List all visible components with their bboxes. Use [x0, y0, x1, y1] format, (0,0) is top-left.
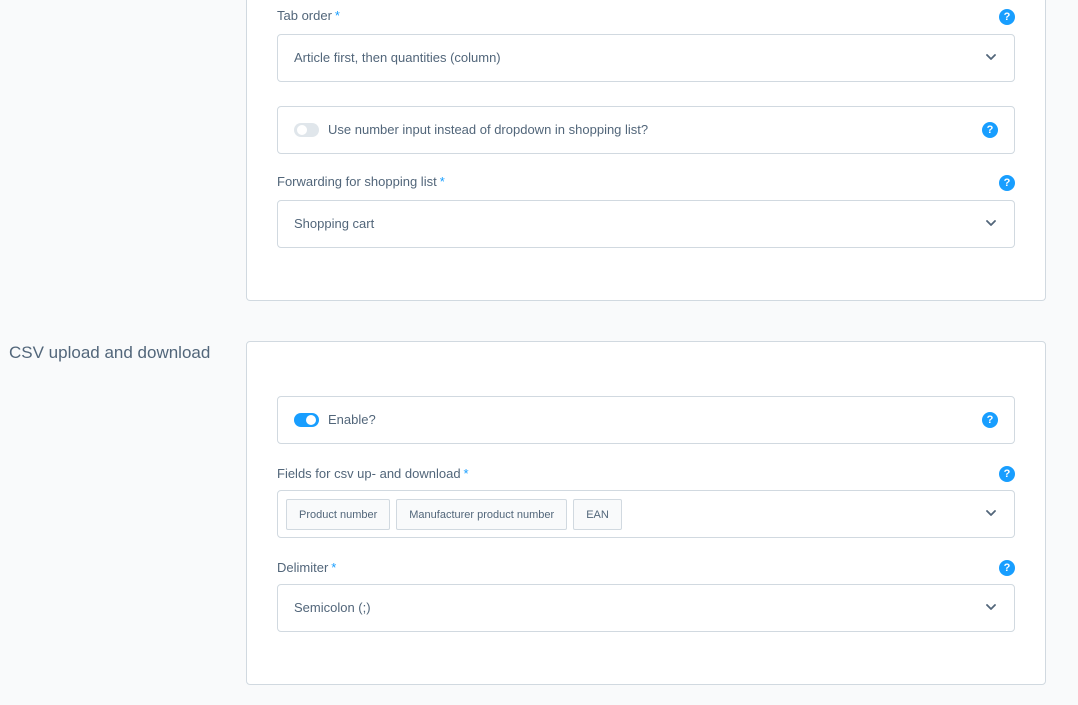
csv-enable-toggle[interactable] [294, 413, 319, 427]
chevron-down-icon [986, 54, 996, 60]
forwarding-label: Forwarding for shopping list * [277, 174, 445, 189]
chevron-down-icon [986, 220, 996, 226]
csv-fields-label: Fields for csv up- and download * [277, 466, 469, 481]
selected-tag[interactable]: EAN [573, 499, 622, 530]
toggle-knob [306, 415, 316, 425]
csv-enable-label: Enable? [328, 412, 376, 427]
selected-tag[interactable]: Manufacturer product number [396, 499, 568, 530]
required-mark: * [439, 174, 445, 189]
csv-enable-switch-field: Enable? ? [277, 396, 1015, 444]
number-input-toggle[interactable] [294, 123, 319, 137]
chevron-down-icon [986, 510, 996, 516]
csv-settings-card: Enable? ? Fields for csv up- and downloa… [246, 341, 1046, 685]
help-icon[interactable]: ? [982, 412, 998, 428]
selected-tag[interactable]: Product number [286, 499, 391, 530]
help-icon[interactable]: ? [982, 122, 998, 138]
required-mark: * [331, 560, 337, 575]
csv-section-title: CSV upload and download [9, 343, 211, 362]
required-mark: * [463, 466, 469, 481]
help-icon[interactable]: ? [999, 175, 1015, 191]
chevron-down-icon [986, 604, 996, 610]
forwarding-select[interactable]: Shopping cart [277, 200, 1015, 248]
help-icon[interactable]: ? [999, 560, 1015, 576]
shopping-list-settings-card: Tab order * ? Article first, then quantit… [246, 0, 1046, 301]
csv-fields-multiselect[interactable]: Product number Manufacturer product numb… [277, 490, 1015, 538]
selected-tags: Product number Manufacturer product numb… [286, 499, 622, 530]
number-input-switch-field: Use number input instead of dropdown in … [277, 106, 1015, 154]
help-icon[interactable]: ? [999, 466, 1015, 482]
toggle-knob [297, 125, 307, 135]
delimiter-select[interactable]: Semicolon (;) [277, 584, 1015, 632]
required-mark: * [334, 8, 340, 23]
tab-order-select[interactable]: Article first, then quantities (column) [277, 34, 1015, 82]
tab-order-label: Tab order * [277, 8, 340, 23]
delimiter-value: Semicolon (;) [294, 600, 371, 615]
tab-order-value: Article first, then quantities (column) [294, 50, 501, 65]
delimiter-label: Delimiter * [277, 560, 337, 575]
forwarding-value: Shopping cart [294, 216, 375, 231]
help-icon[interactable]: ? [999, 9, 1015, 25]
number-input-switch-label: Use number input instead of dropdown in … [328, 122, 649, 137]
